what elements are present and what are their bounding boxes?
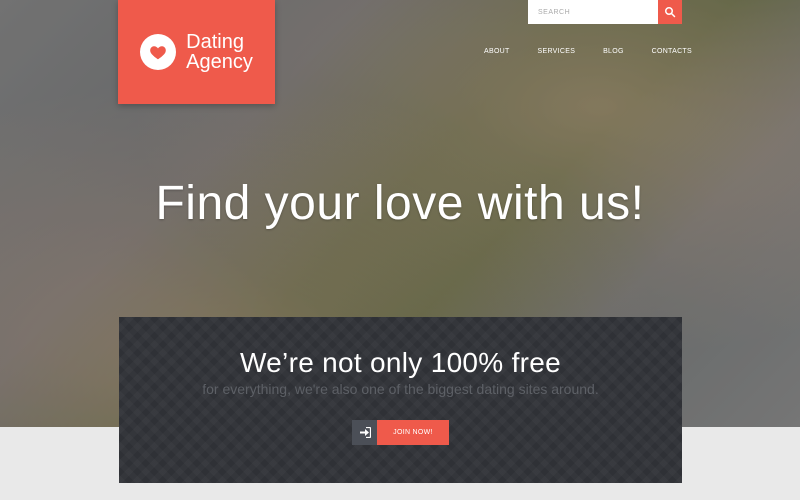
heart-icon xyxy=(140,34,177,70)
page: Dating Agency ABOUT SERVICES BLOG CONTAC… xyxy=(0,0,800,500)
nav-item-about[interactable]: ABOUT xyxy=(478,46,516,57)
promo-title: We’re not only 100% free xyxy=(239,347,562,378)
search-bar xyxy=(528,0,682,24)
search-icon xyxy=(665,7,676,18)
nav-item-services[interactable]: SERVICES xyxy=(532,46,582,57)
promo-panel: We’re not only 100% free for everything,… xyxy=(119,317,682,483)
join-now-button[interactable]: JOIN NOW! xyxy=(377,420,449,445)
logo-line-2: Agency xyxy=(186,51,253,73)
nav-item-blog[interactable]: BLOG xyxy=(597,46,630,57)
hero-headline: Find your love with us! xyxy=(155,177,645,230)
search-input[interactable] xyxy=(528,0,658,24)
logo-line-1: Dating xyxy=(186,31,244,53)
search-button[interactable] xyxy=(658,0,682,24)
promo-subtitle: for everything, we're also one of the bi… xyxy=(202,381,599,397)
join-cta: JOIN NOW! xyxy=(352,420,449,445)
main-nav: ABOUT SERVICES BLOG CONTACTS xyxy=(478,46,698,57)
logo-text: Dating Agency xyxy=(186,32,253,72)
logo[interactable]: Dating Agency xyxy=(118,0,275,104)
sign-in-icon[interactable] xyxy=(352,420,377,445)
nav-item-contacts[interactable]: CONTACTS xyxy=(646,46,698,57)
